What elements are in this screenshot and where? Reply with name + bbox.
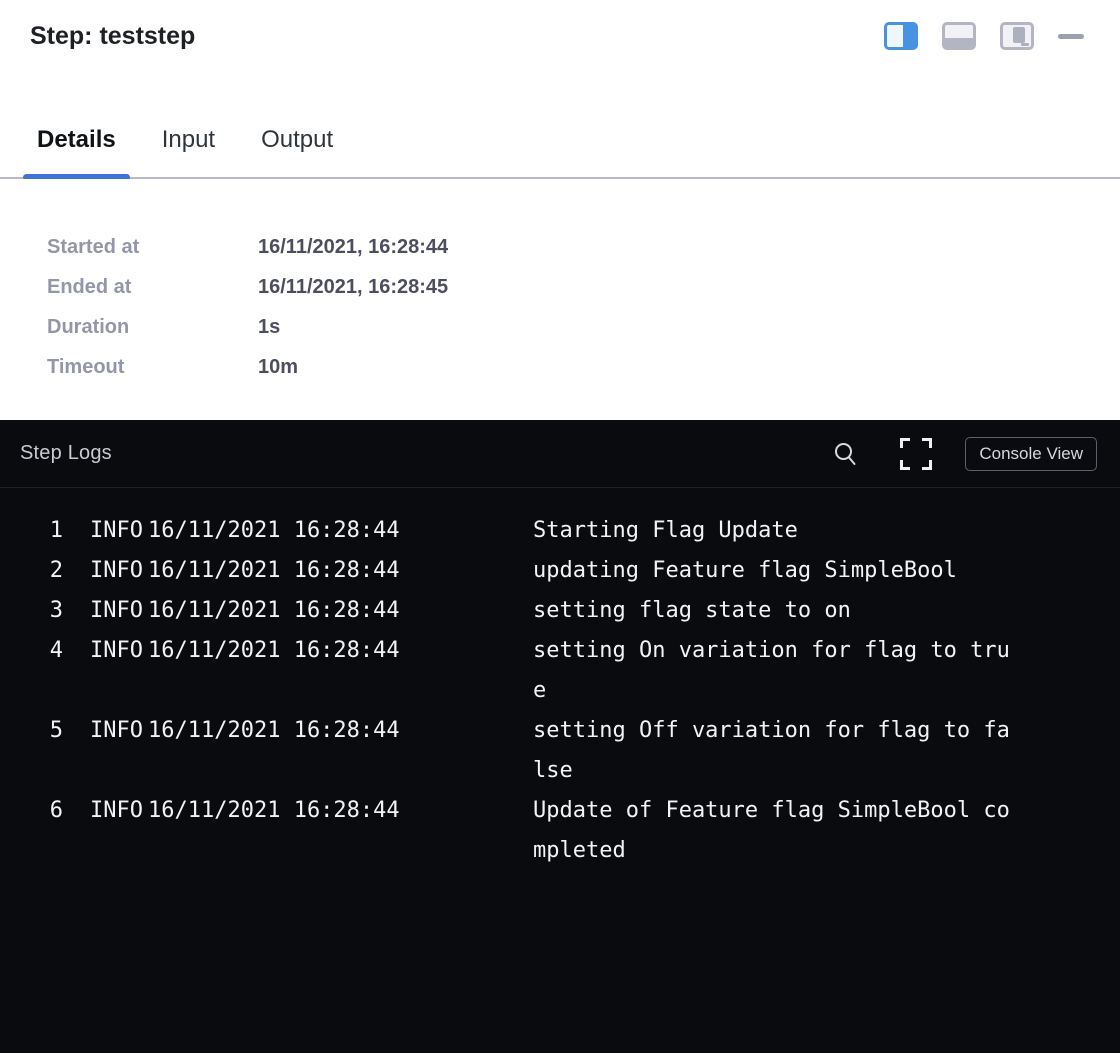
log-level: INFO	[90, 791, 148, 831]
log-line: 6 INFO 16/11/2021 16:28:44 Update of Fea…	[0, 791, 1120, 871]
tab-output[interactable]: Output	[247, 126, 347, 177]
log-message: Starting Flag Update	[533, 511, 1012, 551]
floating-view-icon[interactable]	[1000, 22, 1034, 50]
titlebar: Step: teststep	[0, 0, 1120, 86]
search-icon[interactable]	[833, 441, 857, 467]
detail-label: Duration	[47, 307, 258, 347]
split-right-view-icon[interactable]	[884, 22, 918, 50]
log-level: INFO	[90, 551, 148, 591]
tab-bar: Details Input Output	[0, 86, 1120, 179]
log-timestamp: 16/11/2021 16:28:44	[148, 591, 408, 631]
icon-shape	[1013, 27, 1025, 43]
detail-row: Started at 16/11/2021, 16:28:44	[47, 227, 1120, 267]
split-bottom-view-icon[interactable]	[942, 22, 976, 50]
log-line-number: 4	[0, 631, 63, 671]
log-line-number: 6	[0, 791, 63, 831]
log-lines: 1 INFO 16/11/2021 16:28:44 Starting Flag…	[0, 488, 1120, 871]
log-line-number: 1	[0, 511, 63, 551]
log-line-number: 2	[0, 551, 63, 591]
log-timestamp: 16/11/2021 16:28:44	[148, 791, 408, 831]
detail-label: Ended at	[47, 267, 258, 307]
log-message: Update of Feature flag SimpleBool comple…	[533, 791, 1012, 871]
log-line-number: 5	[0, 711, 63, 751]
page-title: Step: teststep	[30, 22, 195, 50]
step-logs-title: Step Logs	[20, 442, 112, 465]
log-line-number: 3	[0, 591, 63, 631]
log-message: setting flag state to on	[533, 591, 1012, 631]
console-view-button[interactable]: Console View	[965, 437, 1097, 471]
log-message: setting Off variation for flag to false	[533, 711, 1012, 791]
detail-value: 16/11/2021, 16:28:45	[258, 267, 448, 307]
detail-value: 10m	[258, 347, 298, 387]
detail-row: Timeout 10m	[47, 347, 1120, 387]
step-logs-header: Step Logs Console View	[0, 420, 1120, 488]
expand-fullscreen-icon[interactable]	[899, 437, 933, 471]
detail-row: Duration 1s	[47, 307, 1120, 347]
detail-row: Ended at 16/11/2021, 16:28:45	[47, 267, 1120, 307]
log-line: 2 INFO 16/11/2021 16:28:44 updating Feat…	[0, 551, 1120, 591]
log-timestamp: 16/11/2021 16:28:44	[148, 711, 408, 751]
detail-value: 1s	[258, 307, 280, 347]
icon-shape	[1021, 43, 1029, 46]
log-timestamp: 16/11/2021 16:28:44	[148, 511, 408, 551]
log-line: 1 INFO 16/11/2021 16:28:44 Starting Flag…	[0, 511, 1120, 551]
log-line: 4 INFO 16/11/2021 16:28:44 setting On va…	[0, 631, 1120, 711]
tab-input[interactable]: Input	[148, 126, 229, 177]
log-message: setting On variation for flag to true	[533, 631, 1012, 711]
detail-label: Started at	[47, 227, 258, 267]
log-line: 5 INFO 16/11/2021 16:28:44 setting Off v…	[0, 711, 1120, 791]
log-line: 3 INFO 16/11/2021 16:28:44 setting flag …	[0, 591, 1120, 631]
detail-label: Timeout	[47, 347, 258, 387]
log-level: INFO	[90, 591, 148, 631]
step-logs-panel: Step Logs Console View 1	[0, 420, 1120, 1053]
tab-details[interactable]: Details	[23, 126, 130, 177]
detail-value: 16/11/2021, 16:28:44	[258, 227, 448, 267]
step-details-panel: Step: teststep Details Input Output Star…	[0, 0, 1120, 420]
step-logs-actions: Console View	[833, 437, 1097, 471]
log-level: INFO	[90, 711, 148, 751]
log-timestamp: 16/11/2021 16:28:44	[148, 631, 408, 671]
log-message: updating Feature flag SimpleBool	[533, 551, 1012, 591]
log-level: INFO	[90, 631, 148, 671]
log-timestamp: 16/11/2021 16:28:44	[148, 551, 408, 591]
log-level: INFO	[90, 511, 148, 551]
view-controls	[884, 22, 1084, 50]
details-panel: Started at 16/11/2021, 16:28:44 Ended at…	[0, 179, 1120, 420]
minimize-icon[interactable]	[1058, 34, 1084, 39]
